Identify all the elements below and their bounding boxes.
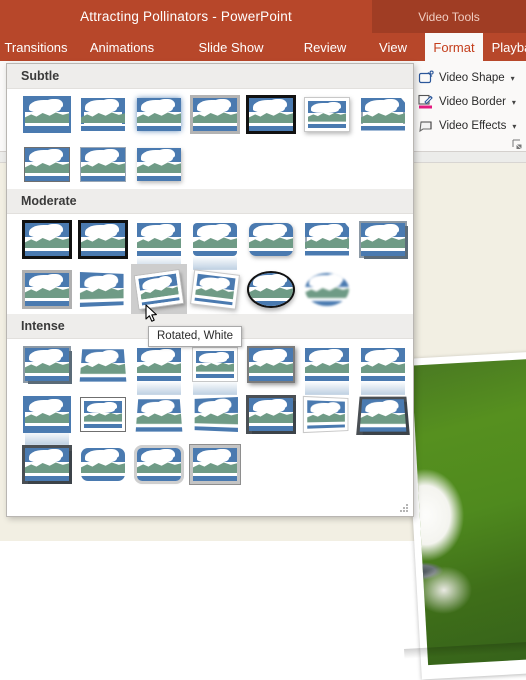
gallery-thumb[interactable]: [19, 139, 75, 189]
video-effects-icon: [418, 118, 434, 134]
chevron-down-icon[interactable]: ▾: [511, 74, 515, 83]
gallery-thumb[interactable]: [19, 89, 75, 139]
tab-slide-show[interactable]: Slide Show: [183, 33, 279, 61]
video-border-button[interactable]: Video Border ▾: [418, 91, 524, 113]
video-shape-icon: [418, 70, 434, 86]
gallery-thumb[interactable]: [187, 89, 243, 139]
gallery-thumb[interactable]: [299, 214, 355, 264]
gallery-thumb[interactable]: [355, 89, 411, 139]
video-styles-ribbon-group: Video Shape ▾ Video Border ▾ Video Effec…: [414, 63, 526, 143]
chevron-down-icon[interactable]: ▾: [512, 98, 516, 107]
gallery-thumb[interactable]: [75, 339, 131, 389]
tab-review[interactable]: Review: [285, 33, 365, 61]
gallery-row: [7, 389, 413, 439]
gallery-thumb[interactable]: [75, 439, 131, 489]
gallery-section-header-moderate: Moderate: [7, 189, 413, 214]
title-bar: Attracting Pollinators - PowerPoint Vide…: [0, 0, 526, 33]
gallery-row: [7, 439, 413, 489]
tab-animations[interactable]: Animations: [74, 33, 170, 61]
gallery-thumb[interactable]: [19, 389, 75, 439]
gallery-thumb[interactable]: [243, 264, 299, 314]
gallery-tooltip: Rotated, White: [148, 326, 243, 347]
gallery-thumb[interactable]: [243, 89, 299, 139]
gallery-thumb[interactable]: [131, 139, 187, 189]
gallery-thumb[interactable]: [299, 389, 355, 439]
gallery-section-header-subtle: Subtle: [7, 64, 413, 89]
video-styles-gallery: Subtle Moderate Intense: [6, 63, 414, 517]
contextual-tools-label: Video Tools: [418, 9, 480, 24]
gallery-thumb[interactable]: [19, 214, 75, 264]
ribbon-tab-strip: Transitions Animations Slide Show Review…: [0, 33, 526, 61]
gallery-thumb[interactable]: [131, 439, 187, 489]
gallery-row: [7, 214, 413, 264]
contextual-tools-band: Video Tools: [372, 0, 526, 33]
gallery-thumb[interactable]: [299, 89, 355, 139]
video-placeholder-frame[interactable]: [404, 349, 526, 680]
gallery-thumb[interactable]: [355, 389, 411, 439]
gallery-thumb[interactable]: [243, 339, 299, 389]
chevron-down-icon[interactable]: ▾: [512, 122, 516, 131]
flower-with-insect-photo: [411, 357, 526, 666]
gallery-thumb[interactable]: [243, 389, 299, 439]
gallery-thumb[interactable]: [187, 214, 243, 264]
tab-transitions[interactable]: Transitions: [0, 33, 84, 61]
tab-format[interactable]: Format: [425, 33, 483, 61]
gallery-thumb[interactable]: [19, 439, 75, 489]
gallery-thumb[interactable]: [75, 264, 131, 314]
gallery-thumb[interactable]: [75, 139, 131, 189]
gallery-thumb[interactable]: [19, 264, 75, 314]
tab-playback[interactable]: Playback: [483, 33, 526, 61]
gallery-thumb[interactable]: [187, 264, 243, 314]
gallery-thumb[interactable]: [131, 389, 187, 439]
gallery-row: [7, 264, 413, 314]
video-border-icon: [418, 94, 434, 110]
gallery-thumb[interactable]: [355, 339, 411, 389]
gallery-thumb[interactable]: [187, 389, 243, 439]
powerpoint-window: Video Shape ▾ Video Border ▾ Video Effec…: [0, 0, 526, 680]
gallery-thumb-rotated-white[interactable]: [131, 264, 187, 314]
gallery-thumb[interactable]: [243, 214, 299, 264]
video-effects-button[interactable]: Video Effects ▾: [418, 115, 524, 137]
gallery-row: [7, 89, 413, 139]
gallery-thumb[interactable]: [187, 439, 243, 489]
gallery-thumb[interactable]: [75, 89, 131, 139]
window-title: Attracting Pollinators - PowerPoint: [80, 9, 292, 24]
gallery-thumb[interactable]: [131, 89, 187, 139]
gallery-thumb[interactable]: [75, 389, 131, 439]
video-shape-label: Video Shape: [439, 72, 505, 84]
gallery-thumb[interactable]: [299, 339, 355, 389]
gallery-thumb[interactable]: [19, 339, 75, 389]
dialog-box-launcher-icon[interactable]: [512, 137, 523, 150]
video-shape-button[interactable]: Video Shape ▾: [418, 67, 524, 89]
gallery-row: [7, 139, 413, 189]
video-border-label: Video Border: [439, 96, 506, 108]
gallery-thumb[interactable]: [355, 214, 411, 264]
gallery-thumb[interactable]: [299, 264, 355, 314]
gallery-thumb[interactable]: [75, 214, 131, 264]
tab-view[interactable]: View: [365, 33, 421, 61]
resize-grip[interactable]: [400, 504, 409, 513]
gallery-thumb[interactable]: [131, 214, 187, 264]
video-effects-label: Video Effects: [439, 120, 507, 132]
